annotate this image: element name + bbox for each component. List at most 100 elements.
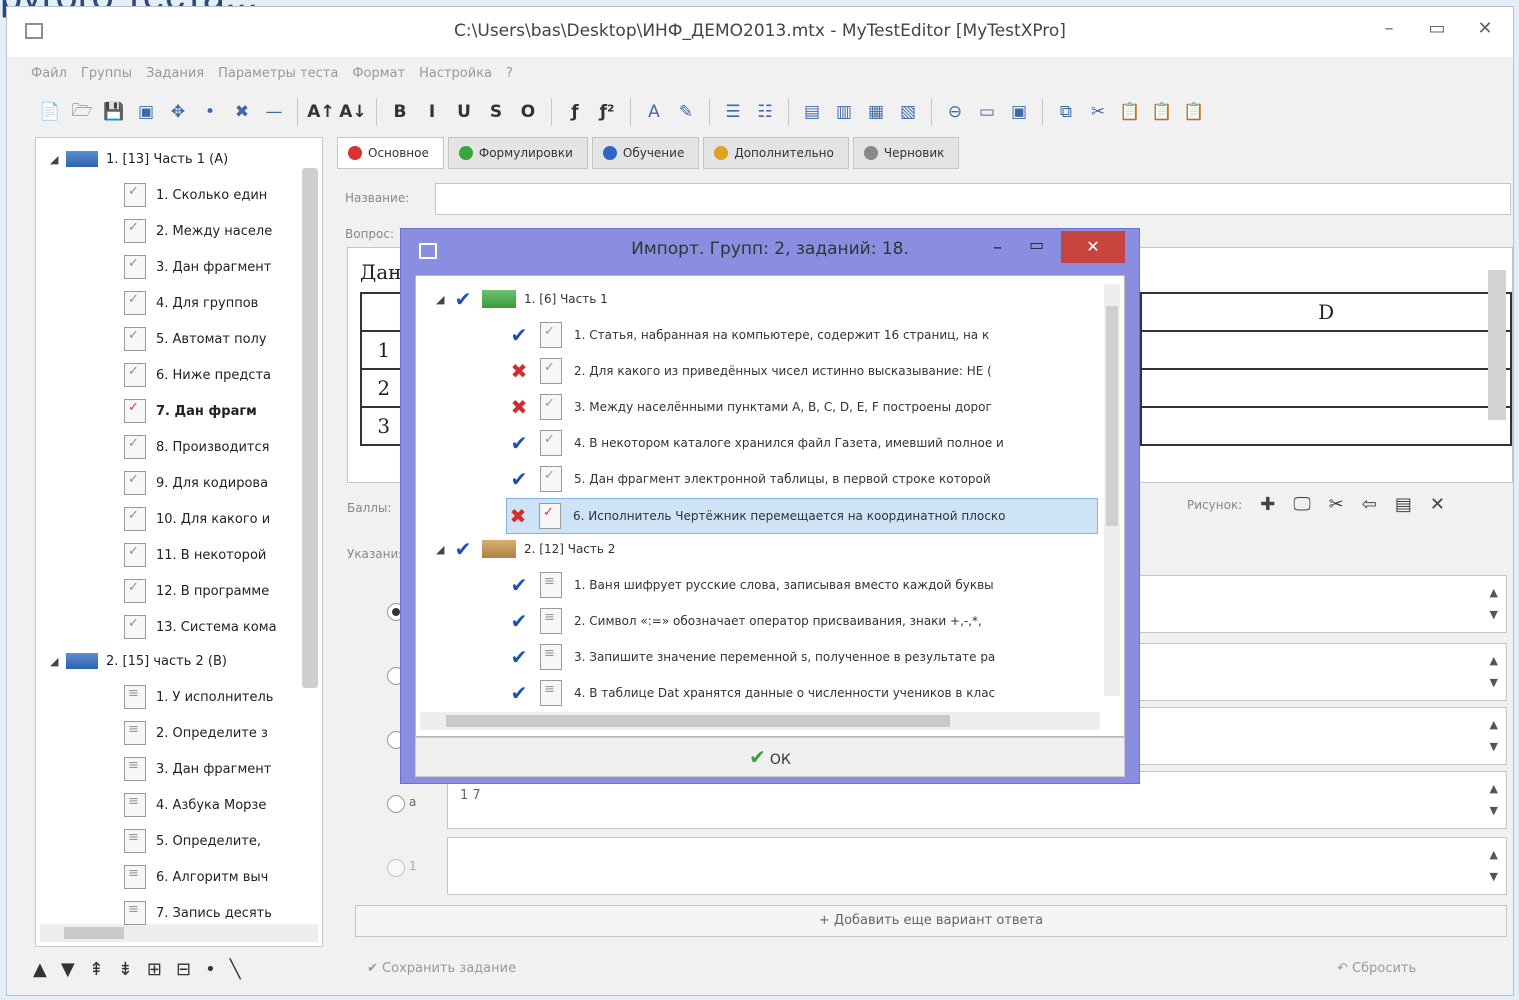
unchecked-x-icon[interactable]: ✖: [507, 504, 529, 528]
font-decrease-icon[interactable]: A↓: [339, 99, 366, 125]
tree-item[interactable]: 10. Для какого и: [124, 502, 270, 536]
tree-tool-2[interactable]: ⇞: [89, 959, 104, 980]
expand-icon[interactable]: ◢: [436, 293, 452, 306]
align-right-icon[interactable]: ▦: [863, 99, 889, 125]
save-task-button[interactable]: ✔ Сохранить задание: [367, 961, 516, 976]
tree-item[interactable]: 9. Для кодирова: [124, 466, 268, 500]
outline-icon[interactable]: O: [515, 99, 541, 125]
cut-icon[interactable]: ✂: [1085, 99, 1111, 125]
add-picture-icon[interactable]: ✚: [1260, 494, 1275, 515]
minimize-button[interactable]: –: [1367, 17, 1411, 43]
dialog-item[interactable]: ✖ 3. Между населёнными пунктами A, B, C, …: [508, 390, 1098, 424]
tree-item[interactable]: 7. Запись десять: [124, 896, 272, 930]
import-icon[interactable]: ▣: [133, 99, 159, 125]
tree-tool-3[interactable]: ⇟: [118, 959, 133, 980]
paste2-icon[interactable]: 📋: [1149, 99, 1175, 125]
tree-tool-6[interactable]: •: [205, 959, 216, 980]
tree-item[interactable]: 6. Ниже предста: [124, 358, 271, 392]
dialog-minimize-button[interactable]: –: [993, 237, 1002, 258]
minus-icon[interactable]: —: [261, 99, 287, 125]
maximize-button[interactable]: ▭: [1415, 17, 1459, 43]
cut-icon[interactable]: ✂: [1329, 494, 1344, 515]
bold-icon[interactable]: B: [387, 99, 413, 125]
paste3-icon[interactable]: 📋: [1181, 99, 1207, 125]
superscript-icon[interactable]: ƒ²: [594, 99, 620, 125]
checked-icon[interactable]: ✔: [508, 573, 530, 597]
open-icon[interactable]: 🗁: [69, 99, 95, 125]
font-color-icon[interactable]: A: [641, 99, 667, 125]
tree-item[interactable]: 2. Между населе: [124, 214, 272, 248]
dialog-group-1[interactable]: ◢ ✔ 1. [6] Часть 1: [436, 282, 608, 316]
unchecked-x-icon[interactable]: ✖: [508, 359, 530, 383]
dialog-item[interactable]: ✔ 3. Запишите значение переменной s, полу…: [508, 640, 1098, 674]
subscript-icon[interactable]: ƒ: [562, 99, 588, 125]
expand-icon[interactable]: ◢: [50, 153, 66, 166]
table-icon[interactable]: ▣: [1006, 99, 1032, 125]
underline-icon[interactable]: U: [451, 99, 477, 125]
save-icon[interactable]: 💾: [101, 99, 127, 125]
dialog-item[interactable]: ✔ 4. В некотором каталоге хранился файл Г…: [508, 426, 1098, 460]
tab-2[interactable]: Обучение: [591, 137, 700, 169]
strike-icon[interactable]: S: [483, 99, 509, 125]
menu-help[interactable]: ?: [506, 66, 513, 81]
tree-group-2[interactable]: ◢ 2. [15] часть 2 (В): [50, 644, 227, 678]
checked-icon[interactable]: ✔: [452, 287, 474, 311]
add-answer-button[interactable]: + Добавить еще вариант ответа: [355, 905, 1507, 937]
menu-tasks[interactable]: Задания: [146, 66, 204, 81]
import-tree[interactable]: ◢✔1. [6] Часть 1✔1. Статья, набранная на…: [415, 275, 1125, 737]
task-tree[interactable]: ◢ 1. [13] Часть 1 (А) 1. Сколько един 2. Ме…: [35, 137, 323, 947]
tree-item[interactable]: 13. Система кома: [124, 610, 277, 644]
list-icon[interactable]: ☰: [720, 99, 746, 125]
tree-item[interactable]: 8. Производится: [124, 430, 269, 464]
tree-item[interactable]: 4. Для группов: [124, 286, 258, 320]
highlight-icon[interactable]: ✎: [673, 99, 699, 125]
align-left-icon[interactable]: ▤: [799, 99, 825, 125]
answer-radio-5[interactable]: [387, 859, 405, 877]
tree-group-1[interactable]: ◢ 1. [13] Часть 1 (А): [50, 142, 228, 176]
tree-item[interactable]: 4. Азбука Морзе: [124, 788, 266, 822]
image-icon[interactable]: ▭: [974, 99, 1000, 125]
question-scrollbar[interactable]: [1488, 270, 1506, 420]
circle-icon[interactable]: ⊖: [942, 99, 968, 125]
justify-icon[interactable]: ▧: [895, 99, 921, 125]
dialog-item[interactable]: ✔ 2. Символ «:=» обозначает оператор прис…: [508, 604, 1098, 638]
tab-4[interactable]: Черновик: [852, 137, 960, 169]
tab-1[interactable]: Формулировки: [447, 137, 588, 169]
answer-field-5[interactable]: ▲ ▼: [447, 837, 1507, 895]
checked-icon[interactable]: ✔: [508, 431, 530, 455]
menu-test-params[interactable]: Параметры теста: [218, 66, 338, 81]
menu-format[interactable]: Формат: [352, 66, 405, 81]
new-icon[interactable]: 📄: [37, 99, 63, 125]
dialog-item[interactable]: ✔ 1. Статья, набранная на компьютере, сод…: [508, 318, 1098, 352]
tree-item[interactable]: 1. Сколько един: [124, 178, 267, 212]
tree-tool-0[interactable]: ▲: [33, 959, 47, 980]
properties-icon[interactable]: ▤: [1395, 494, 1412, 515]
checked-icon[interactable]: ✔: [508, 645, 530, 669]
reset-button[interactable]: ↶ Сбросить: [1337, 961, 1416, 976]
copy-icon[interactable]: ⧉: [1053, 99, 1079, 125]
tree-tool-7[interactable]: ╲: [230, 959, 241, 980]
italic-icon[interactable]: I: [419, 99, 445, 125]
tree-tool-5[interactable]: ⊟: [176, 959, 191, 980]
delete-icon[interactable]: ✖: [229, 99, 255, 125]
tab-0[interactable]: Основное: [337, 137, 444, 169]
dialog-close-button[interactable]: ✕: [1061, 231, 1125, 263]
dialog-item[interactable]: ✔ 1. Ваня шифрует русские слова, записыва…: [508, 568, 1098, 602]
numbered-list-icon[interactable]: ☷: [752, 99, 778, 125]
font-increase-icon[interactable]: A↑: [307, 99, 334, 125]
checked-icon[interactable]: ✔: [508, 681, 530, 705]
unchecked-x-icon[interactable]: ✖: [508, 395, 530, 419]
tree-item[interactable]: 5. Определите,: [124, 824, 261, 858]
dialog-maximize-button[interactable]: ▭: [1029, 235, 1044, 254]
dialog-group-2[interactable]: ◢ ✔ 2. [12] Часть 2: [436, 532, 615, 566]
add-icon[interactable]: ✥: [165, 99, 191, 125]
dialog-item[interactable]: ✔ 4. В таблице Dat хранятся данные о числ…: [508, 676, 1098, 710]
expand-icon[interactable]: ◢: [50, 655, 66, 668]
move-icon[interactable]: •: [197, 99, 223, 125]
screen-icon[interactable]: 🖵: [1293, 494, 1310, 515]
tree-item[interactable]: 1. У исполнитель: [124, 680, 273, 714]
close-button[interactable]: ✕: [1463, 17, 1507, 43]
tab-3[interactable]: Дополнительно: [703, 137, 849, 169]
tree-item[interactable]: 5. Автомат полу: [124, 322, 267, 356]
tree-tool-1[interactable]: ▼: [61, 959, 75, 980]
